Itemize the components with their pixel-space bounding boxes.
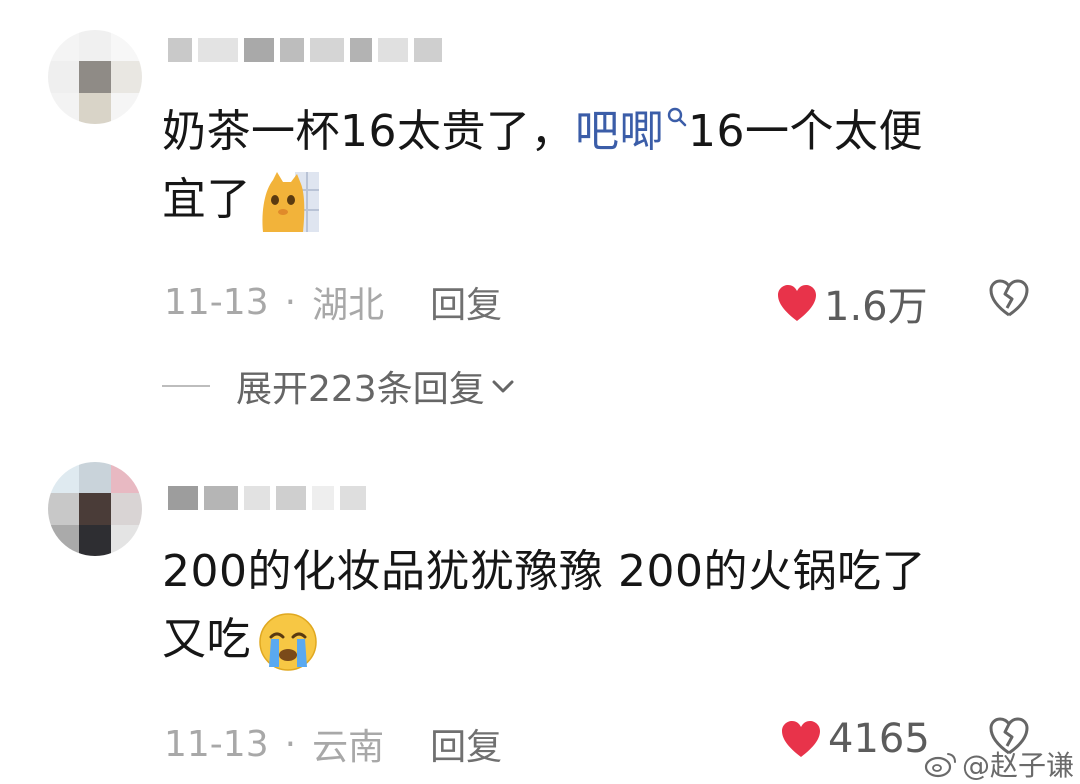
- reply-button[interactable]: 回复: [430, 276, 502, 328]
- separator-dot: ·: [284, 281, 297, 323]
- dislike-broken-heart-icon[interactable]: [988, 278, 1030, 318]
- expand-replies-label: 展开223条回复: [236, 369, 485, 410]
- username-blurred[interactable]: [168, 486, 366, 510]
- avatar[interactable]: [48, 30, 142, 124]
- heart-filled-icon: [778, 285, 816, 321]
- like-button[interactable]: 1.6万: [776, 274, 928, 332]
- search-icon: [667, 107, 687, 127]
- comment-meta: 11-13 · 云南 回复: [164, 718, 502, 770]
- divider-line: [162, 385, 210, 387]
- weibo-logo-icon: [924, 753, 956, 778]
- watermark-handle: @赵子谦: [962, 749, 1075, 782]
- avatar[interactable]: [48, 462, 142, 556]
- comment-text: 200的化妆品犹犹豫豫 200的火锅吃了 又吃: [162, 538, 1052, 674]
- expand-replies-button[interactable]: 展开223条回复: [162, 360, 517, 412]
- comment-date: 11-13: [164, 723, 269, 765]
- reply-button[interactable]: 回复: [430, 718, 502, 770]
- heart-filled-icon: [782, 721, 820, 757]
- like-count: 1.6万: [824, 284, 928, 330]
- comment-meta: 11-13 · 湖北 回复: [164, 276, 502, 328]
- like-button[interactable]: 4165: [780, 716, 930, 762]
- crying-face-emoji-icon: [259, 613, 317, 671]
- topic-link[interactable]: 吧唧: [575, 106, 688, 157]
- comment-region: 云南: [312, 727, 385, 768]
- comment-line-1: 200的化妆品犹犹豫豫 200的火锅吃了: [162, 546, 926, 597]
- separator-dot: ·: [284, 723, 297, 765]
- cat-peek-emoji-icon: [262, 172, 319, 232]
- weibo-watermark: @赵子谦: [924, 744, 1074, 784]
- comment-text: 奶茶一杯16太贵了，吧唧 16一个太便 宜了: [162, 98, 1042, 234]
- chevron-down-icon: [492, 380, 514, 393]
- comment-date: 11-13: [164, 281, 269, 323]
- username-blurred[interactable]: [168, 38, 442, 62]
- comment-region: 湖北: [312, 285, 385, 326]
- like-count: 4165: [828, 716, 930, 762]
